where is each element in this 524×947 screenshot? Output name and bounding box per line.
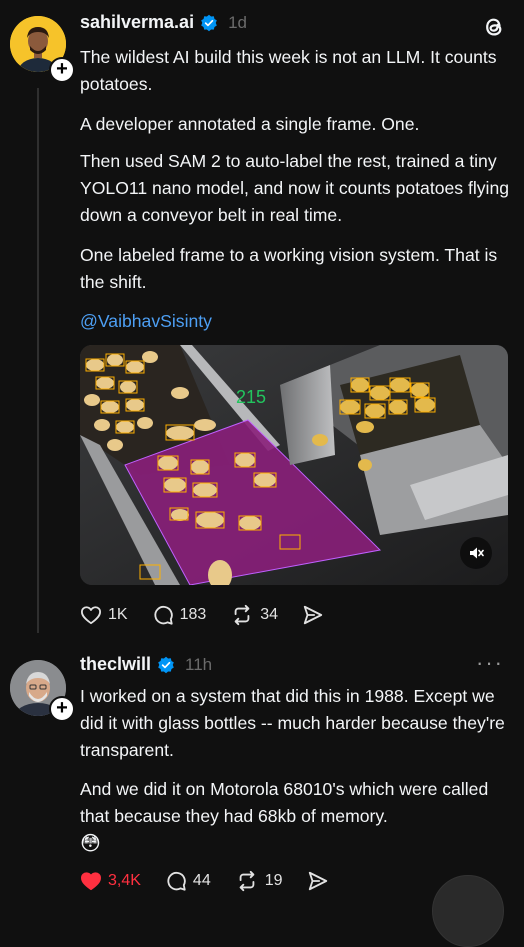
- comment-count: 44: [192, 872, 211, 889]
- follow-button[interactable]: +: [49, 57, 75, 83]
- post-actions: 3,4K 44 19: [80, 870, 353, 892]
- repost-button[interactable]: 19: [235, 870, 283, 892]
- like-count: 1K: [108, 606, 128, 623]
- comment-icon: [167, 871, 186, 891]
- post-text-paragraph: And we did it on Motorola 68010's which …: [80, 779, 489, 826]
- comment-button[interactable]: 44: [165, 870, 211, 892]
- more-options-button[interactable]: ···: [476, 650, 504, 676]
- post-header: theclwill 11h: [80, 654, 212, 675]
- share-button[interactable]: [302, 604, 324, 626]
- post-text-paragraph: Then used SAM 2 to auto-label the rest, …: [80, 151, 510, 225]
- mute-button[interactable]: [460, 537, 492, 569]
- mute-icon: [470, 547, 484, 559]
- comment-count: 183: [179, 606, 207, 623]
- repost-icon: [239, 870, 255, 892]
- share-icon: [308, 871, 327, 891]
- count-overlay: 215: [236, 387, 266, 407]
- like-button[interactable]: 3,4K: [80, 871, 141, 891]
- comment-icon: [154, 605, 173, 625]
- repost-button[interactable]: 34: [230, 604, 278, 626]
- repost-count: 19: [264, 872, 283, 889]
- verified-badge-icon: [158, 656, 174, 673]
- like-button[interactable]: 1K: [80, 605, 128, 625]
- threads-logo-icon[interactable]: [482, 14, 506, 40]
- mention-link[interactable]: @VaibhavSisinty: [80, 308, 512, 335]
- post-time: 11h: [185, 654, 213, 674]
- username[interactable]: sahilverma.ai: [80, 12, 194, 33]
- share-icon: [303, 605, 323, 625]
- comment-button[interactable]: 183: [152, 604, 207, 626]
- post-text-paragraph: I worked on a system that did this in 19…: [80, 686, 505, 760]
- heart-icon: [81, 606, 101, 625]
- verified-badge-icon: [201, 14, 217, 31]
- post-text-paragraph: A developer annotated a single frame. On…: [80, 114, 420, 134]
- repost-icon: [234, 604, 250, 626]
- share-button[interactable]: [307, 870, 329, 892]
- repost-count: 34: [260, 606, 279, 623]
- thread-line: [37, 88, 39, 633]
- video-player[interactable]: 215: [80, 345, 508, 585]
- post-header: sahilverma.ai 1d: [80, 12, 247, 33]
- like-count: 3,4K: [108, 872, 141, 889]
- post-actions: 1K 183 34: [80, 604, 348, 626]
- post-time: 1d: [228, 12, 247, 32]
- conveyor-video-frame: 215: [80, 345, 508, 585]
- username[interactable]: theclwill: [80, 654, 151, 675]
- post-text-paragraph: One labeled frame to a working vision sy…: [80, 245, 498, 292]
- heart-icon: [81, 872, 101, 891]
- emoji: 😳: [80, 833, 101, 855]
- floating-compose-button[interactable]: [432, 875, 504, 947]
- follow-button[interactable]: +: [49, 696, 75, 722]
- post-text-paragraph: The wildest AI build this week is not an…: [80, 47, 497, 94]
